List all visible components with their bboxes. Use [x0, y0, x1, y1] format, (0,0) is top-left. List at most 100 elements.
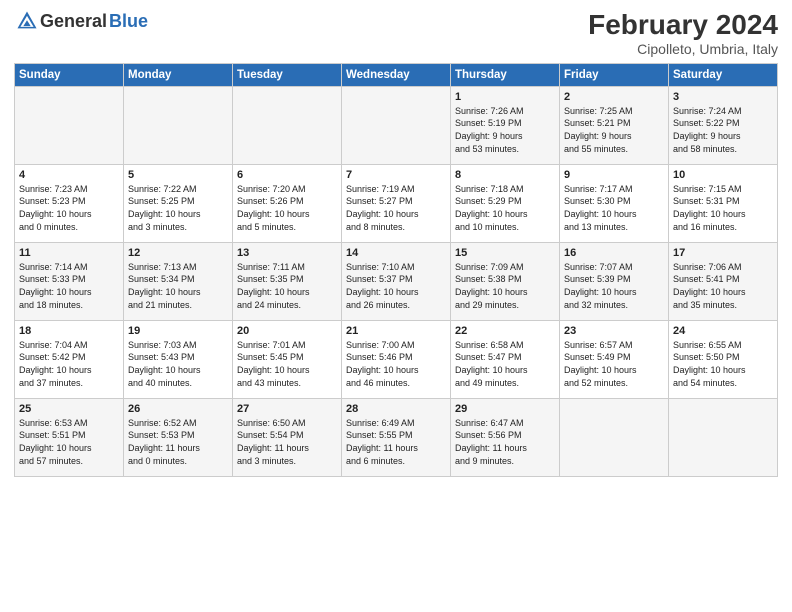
- day-info: Sunrise: 6:55 AM Sunset: 5:50 PM Dayligh…: [673, 340, 746, 388]
- day-info: Sunrise: 7:19 AM Sunset: 5:27 PM Dayligh…: [346, 184, 419, 232]
- day-info: Sunrise: 6:47 AM Sunset: 5:56 PM Dayligh…: [455, 418, 527, 466]
- calendar-cell: 5 Sunrise: 7:22 AM Sunset: 5:25 PM Daylig…: [124, 164, 233, 242]
- calendar-cell: 3 Sunrise: 7:24 AM Sunset: 5:22 PM Daylig…: [669, 86, 778, 164]
- day-number: 14: [346, 247, 446, 259]
- day-number: 26: [128, 403, 228, 415]
- day-info: Sunrise: 7:07 AM Sunset: 5:39 PM Dayligh…: [564, 262, 637, 310]
- weekday-header: Wednesday: [342, 63, 451, 86]
- day-number: 10: [673, 169, 773, 181]
- calendar-table: SundayMondayTuesdayWednesdayThursdayFrid…: [14, 63, 778, 477]
- day-number: 18: [19, 325, 119, 337]
- day-number: 28: [346, 403, 446, 415]
- calendar-cell: 15 Sunrise: 7:09 AM Sunset: 5:38 PM Dayli…: [451, 242, 560, 320]
- calendar-cell: 1Sunrise: 7:26 AM Sunset: 5:19 PM Daylig…: [451, 86, 560, 164]
- day-number: 9: [564, 169, 664, 181]
- calendar-cell: 18 Sunrise: 7:04 AM Sunset: 5:42 PM Dayli…: [15, 320, 124, 398]
- day-number: 1: [455, 91, 555, 103]
- day-number: 12: [128, 247, 228, 259]
- calendar-cell: 29 Sunrise: 6:47 AM Sunset: 5:56 PM Dayli…: [451, 398, 560, 476]
- calendar-cell: 2 Sunrise: 7:25 AM Sunset: 5:21 PM Daylig…: [560, 86, 669, 164]
- weekday-header: Sunday: [15, 63, 124, 86]
- weekday-header: Saturday: [669, 63, 778, 86]
- calendar-cell: 12 Sunrise: 7:13 AM Sunset: 5:34 PM Dayli…: [124, 242, 233, 320]
- day-info: Sunrise: 6:53 AM Sunset: 5:51 PM Dayligh…: [19, 418, 92, 466]
- logo-blue: Blue: [109, 11, 148, 32]
- day-number: 21: [346, 325, 446, 337]
- logo-icon: [16, 10, 38, 32]
- day-info: Sunrise: 7:00 AM Sunset: 5:46 PM Dayligh…: [346, 340, 419, 388]
- day-info: Sunrise: 6:58 AM Sunset: 5:47 PM Dayligh…: [455, 340, 528, 388]
- weekday-header: Friday: [560, 63, 669, 86]
- calendar-cell: 22 Sunrise: 6:58 AM Sunset: 5:47 PM Dayli…: [451, 320, 560, 398]
- day-number: 15: [455, 247, 555, 259]
- day-number: 6: [237, 169, 337, 181]
- calendar-week-row: 25 Sunrise: 6:53 AM Sunset: 5:51 PM Dayli…: [15, 398, 778, 476]
- day-number: 24: [673, 325, 773, 337]
- calendar-cell: 13Sunrise: 7:11 AM Sunset: 5:35 PM Dayli…: [233, 242, 342, 320]
- logo: General Blue: [14, 10, 148, 32]
- header: General Blue February 2024 Cipolleto, Um…: [14, 10, 778, 57]
- day-number: 11: [19, 247, 119, 259]
- calendar-cell: [233, 86, 342, 164]
- day-number: 13: [237, 247, 337, 259]
- calendar-week-row: 11 Sunrise: 7:14 AM Sunset: 5:33 PM Dayli…: [15, 242, 778, 320]
- day-info: Sunrise: 7:09 AM Sunset: 5:38 PM Dayligh…: [455, 262, 528, 310]
- day-info: Sunrise: 7:13 AM Sunset: 5:34 PM Dayligh…: [128, 262, 201, 310]
- day-info: Sunrise: 7:04 AM Sunset: 5:42 PM Dayligh…: [19, 340, 92, 388]
- calendar-cell: 27Sunrise: 6:50 AM Sunset: 5:54 PM Dayli…: [233, 398, 342, 476]
- calendar-week-row: 18 Sunrise: 7:04 AM Sunset: 5:42 PM Dayli…: [15, 320, 778, 398]
- calendar-cell: 19 Sunrise: 7:03 AM Sunset: 5:43 PM Dayli…: [124, 320, 233, 398]
- calendar-cell: [560, 398, 669, 476]
- day-number: 22: [455, 325, 555, 337]
- day-info: Sunrise: 6:52 AM Sunset: 5:53 PM Dayligh…: [128, 418, 200, 466]
- day-info: Sunrise: 6:49 AM Sunset: 5:55 PM Dayligh…: [346, 418, 418, 466]
- day-info: Sunrise: 7:18 AM Sunset: 5:29 PM Dayligh…: [455, 184, 528, 232]
- day-info: Sunrise: 7:20 AM Sunset: 5:26 PM Dayligh…: [237, 184, 310, 232]
- calendar-cell: 20 Sunrise: 7:01 AM Sunset: 5:45 PM Dayli…: [233, 320, 342, 398]
- weekday-header: Monday: [124, 63, 233, 86]
- calendar-cell: 6 Sunrise: 7:20 AM Sunset: 5:26 PM Daylig…: [233, 164, 342, 242]
- day-number: 5: [128, 169, 228, 181]
- calendar-cell: 9Sunrise: 7:17 AM Sunset: 5:30 PM Daylig…: [560, 164, 669, 242]
- calendar-week-row: 1Sunrise: 7:26 AM Sunset: 5:19 PM Daylig…: [15, 86, 778, 164]
- day-info: Sunrise: 7:22 AM Sunset: 5:25 PM Dayligh…: [128, 184, 201, 232]
- day-number: 8: [455, 169, 555, 181]
- calendar-cell: 11 Sunrise: 7:14 AM Sunset: 5:33 PM Dayli…: [15, 242, 124, 320]
- calendar-cell: [342, 86, 451, 164]
- day-number: 29: [455, 403, 555, 415]
- day-info: Sunrise: 7:10 AM Sunset: 5:37 PM Dayligh…: [346, 262, 419, 310]
- weekday-header: Thursday: [451, 63, 560, 86]
- day-number: 2: [564, 91, 664, 103]
- day-number: 20: [237, 325, 337, 337]
- title-block: February 2024 Cipolleto, Umbria, Italy: [588, 10, 778, 57]
- calendar-cell: [669, 398, 778, 476]
- day-info: Sunrise: 7:23 AM Sunset: 5:23 PM Dayligh…: [19, 184, 92, 232]
- calendar-cell: 10 Sunrise: 7:15 AM Sunset: 5:31 PM Dayli…: [669, 164, 778, 242]
- calendar-cell: [124, 86, 233, 164]
- calendar-cell: 25 Sunrise: 6:53 AM Sunset: 5:51 PM Dayli…: [15, 398, 124, 476]
- day-info: Sunrise: 7:14 AM Sunset: 5:33 PM Dayligh…: [19, 262, 92, 310]
- day-info: Sunrise: 7:03 AM Sunset: 5:43 PM Dayligh…: [128, 340, 201, 388]
- day-number: 25: [19, 403, 119, 415]
- calendar-week-row: 4 Sunrise: 7:23 AM Sunset: 5:23 PM Daylig…: [15, 164, 778, 242]
- day-number: 4: [19, 169, 119, 181]
- day-info: Sunrise: 7:25 AM Sunset: 5:21 PM Dayligh…: [564, 106, 633, 154]
- calendar-cell: 17Sunrise: 7:06 AM Sunset: 5:41 PM Dayli…: [669, 242, 778, 320]
- day-number: 7: [346, 169, 446, 181]
- day-info: Sunrise: 7:01 AM Sunset: 5:45 PM Dayligh…: [237, 340, 310, 388]
- calendar-cell: [15, 86, 124, 164]
- calendar-cell: 16 Sunrise: 7:07 AM Sunset: 5:39 PM Dayli…: [560, 242, 669, 320]
- day-number: 19: [128, 325, 228, 337]
- day-number: 3: [673, 91, 773, 103]
- day-number: 17: [673, 247, 773, 259]
- calendar-header-row: SundayMondayTuesdayWednesdayThursdayFrid…: [15, 63, 778, 86]
- calendar-cell: 4 Sunrise: 7:23 AM Sunset: 5:23 PM Daylig…: [15, 164, 124, 242]
- calendar-cell: 28 Sunrise: 6:49 AM Sunset: 5:55 PM Dayli…: [342, 398, 451, 476]
- calendar-cell: 23Sunrise: 6:57 AM Sunset: 5:49 PM Dayli…: [560, 320, 669, 398]
- day-info: Sunrise: 7:15 AM Sunset: 5:31 PM Dayligh…: [673, 184, 746, 232]
- day-info: Sunrise: 7:24 AM Sunset: 5:22 PM Dayligh…: [673, 106, 742, 154]
- calendar-cell: 26 Sunrise: 6:52 AM Sunset: 5:53 PM Dayli…: [124, 398, 233, 476]
- calendar-cell: 14 Sunrise: 7:10 AM Sunset: 5:37 PM Dayli…: [342, 242, 451, 320]
- calendar-subtitle: Cipolleto, Umbria, Italy: [588, 41, 778, 57]
- day-number: 16: [564, 247, 664, 259]
